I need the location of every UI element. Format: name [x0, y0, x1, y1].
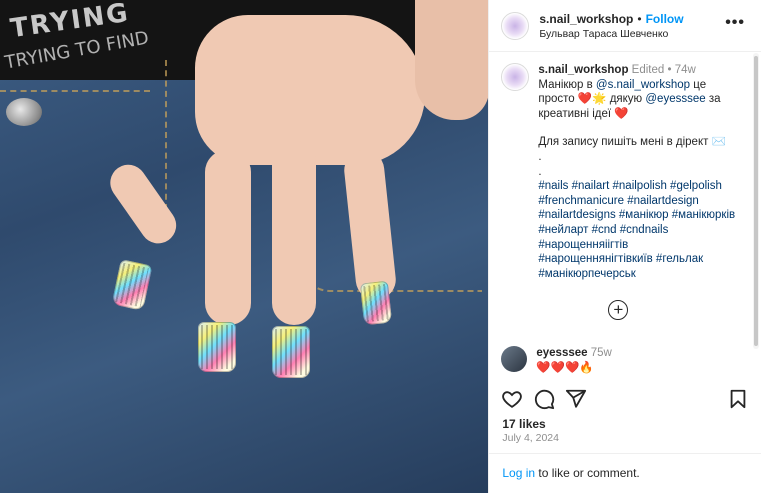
- caption-text-part: Манікюр в: [538, 78, 596, 91]
- heart-star-emoji: ❤️🌟: [577, 93, 607, 106]
- post-header-row: s.nail_workshop • Follow: [539, 12, 683, 27]
- login-prompt-text: to like or comment.: [535, 466, 640, 480]
- bookmark-icon[interactable]: [727, 388, 749, 410]
- mention-link[interactable]: @s.nail_workshop: [596, 79, 690, 91]
- caption-body: s.nail_workshop Edited • 74w Манікюр в @…: [538, 63, 738, 281]
- finger-index: [103, 157, 184, 251]
- mention-link[interactable]: @eyesssee: [645, 93, 705, 105]
- comments-section: s.nail_workshop Edited • 74w Манікюр в @…: [489, 53, 749, 377]
- author-username[interactable]: s.nail_workshop: [539, 12, 633, 27]
- post-photo[interactable]: TRYING TRYING TO FIND: [0, 0, 489, 493]
- login-link[interactable]: Log in: [502, 466, 535, 480]
- caption-text: Манікюр в @s.nail_workshop це просто ❤️🌟…: [538, 78, 738, 122]
- scrollbar-thumb[interactable]: [754, 56, 758, 346]
- comment-age: 75w: [590, 347, 612, 359]
- comment-icon[interactable]: [533, 388, 555, 410]
- comment-meta-row: eyesssee 75w: [536, 346, 611, 361]
- follow-button[interactable]: Follow: [646, 12, 684, 27]
- comment-username[interactable]: eyesssee: [536, 347, 587, 359]
- nail-art-1: [111, 259, 153, 311]
- caption-age: 74w: [674, 64, 696, 76]
- heart-icon[interactable]: [501, 388, 523, 410]
- nail-art-3: [272, 326, 310, 378]
- caption: s.nail_workshop Edited • 74w Манікюр в @…: [489, 53, 749, 281]
- finger-ring: [272, 140, 316, 325]
- wrist: [415, 0, 489, 120]
- caption-text-part: дякую: [606, 93, 646, 106]
- post-location[interactable]: Бульвар Тараса Шевченко: [539, 27, 683, 42]
- likes-count[interactable]: 17 likes: [502, 417, 545, 431]
- comment-footer: Log in to like or comment.: [489, 453, 761, 494]
- caption-avatar[interactable]: [501, 63, 530, 91]
- comment-avatar[interactable]: [501, 346, 528, 372]
- more-icon[interactable]: •••: [725, 14, 745, 32]
- avatar[interactable]: [501, 12, 530, 40]
- caption-username[interactable]: s.nail_workshop: [538, 64, 628, 76]
- caption-dot: .: [538, 165, 542, 178]
- login-prompt: Log in to like or comment.: [502, 466, 639, 480]
- heart-emoji: ❤️: [614, 107, 629, 120]
- post-modal: TRYING TRYING TO FIND s.nail_workshop • …: [0, 0, 761, 493]
- caption-dot: .: [538, 150, 542, 163]
- edited-label: Edited: [631, 64, 665, 76]
- caption-meta-row: s.nail_workshop Edited • 74w: [538, 63, 738, 78]
- post-header-text: s.nail_workshop • Follow Бульвар Тараса …: [539, 12, 683, 42]
- share-icon[interactable]: [565, 388, 587, 410]
- nail-art-2: [198, 322, 236, 372]
- post-header: s.nail_workshop • Follow Бульвар Тараса …: [489, 0, 761, 52]
- hashtags[interactable]: #nails #nailart #nailpolish #gelpolish #…: [538, 179, 738, 281]
- finger-middle: [205, 150, 251, 325]
- action-bar: [501, 388, 749, 412]
- add-circle-icon[interactable]: +: [608, 300, 629, 320]
- post-sidebar: s.nail_workshop • Follow Бульвар Тараса …: [488, 0, 761, 493]
- comment-body: eyesssee 75w ❤️❤️❤️🔥: [536, 346, 611, 375]
- comment-item: eyesssee 75w ❤️❤️❤️🔥: [501, 346, 612, 375]
- jeans-seam: [0, 84, 150, 92]
- separator-dot: •: [637, 12, 642, 26]
- jeans-rivet: [6, 98, 42, 126]
- caption-booking-line: Для запису пишіть мені в дірект ✉️: [538, 136, 726, 149]
- nail-art-4: [359, 280, 393, 326]
- separator-dot: •: [667, 64, 672, 76]
- jeans-belt-loop: [155, 60, 167, 210]
- hand-back: [195, 15, 425, 165]
- post-date: July 4, 2024: [502, 432, 559, 444]
- comment-text: ❤️❤️❤️🔥: [536, 361, 594, 374]
